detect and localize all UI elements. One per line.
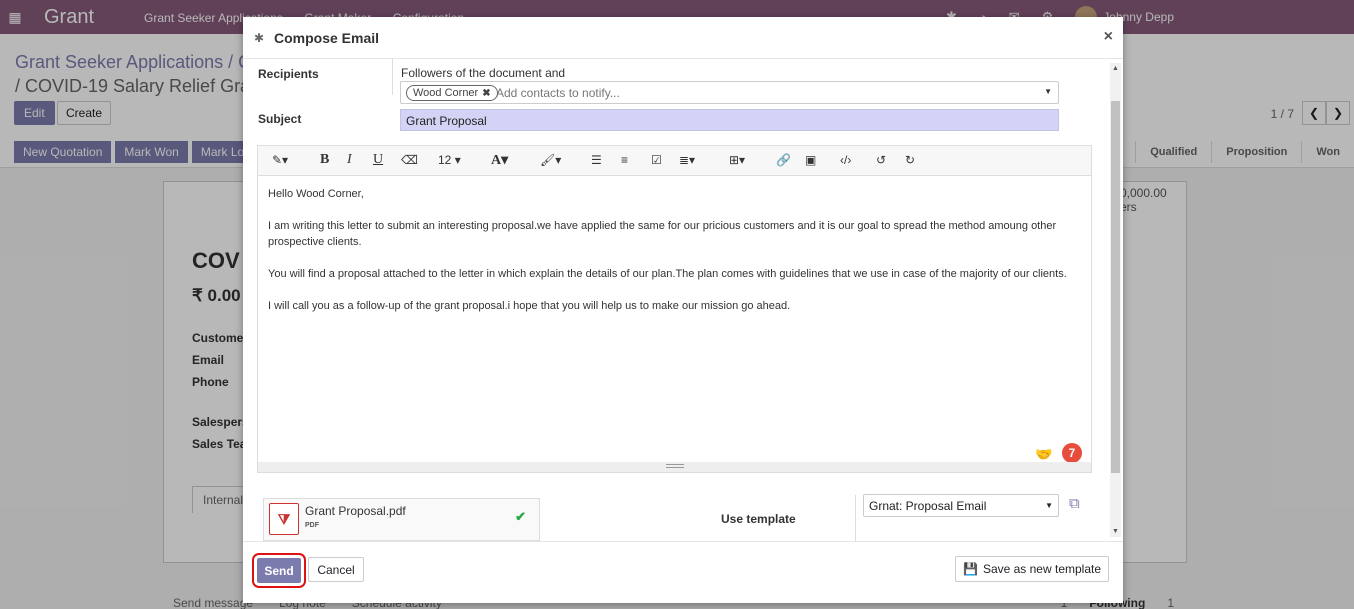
recipient-tag-label: Wood Corner [413,87,479,99]
recipients-label: Recipients [258,67,319,81]
floppy-disk-icon: 💾 [962,562,978,576]
recipient-tag[interactable]: Wood Corner ✖ [406,85,498,101]
body-paragraph: Hello Wood Corner, [268,188,364,200]
remove-tag-icon[interactable]: ✖ [482,88,490,99]
align-icon[interactable]: ≣▾ [679,153,695,167]
close-button[interactable]: × [1104,28,1113,46]
recipients-input[interactable]: Wood Corner ✖ Add contacts to notify... … [400,81,1059,104]
modal-scrollbar[interactable]: ▲ ▼ [1110,63,1121,537]
body-paragraph: You will find a proposal attached to the… [268,268,1067,280]
modal-header: ✱ Compose Email × [243,17,1123,59]
modal-body: ▲ ▼ Recipients Followers of the document… [243,59,1123,541]
link-icon[interactable]: 🔗 [776,153,791,167]
ordered-list-icon[interactable]: ≡ [621,153,628,167]
attachment-name[interactable]: Grant Proposal.pdf [305,504,406,518]
italic-icon[interactable]: I [347,152,352,168]
use-template-label: Use template [721,512,796,526]
handshake-icon[interactable]: 🤝 [1035,446,1052,463]
style-dropdown-icon[interactable]: ✎▾ [272,153,288,167]
attachment-type: PDF [305,522,319,529]
followers-text: Followers of the document and [401,66,566,80]
editor-toolbar: ✎▾ B I U ⌫ 12 ▾ A▾ 🖌▾ ☰ ≡ ☑ ≣▾ ⊞▾ 🔗 ▣ ‹/… [258,146,1091,176]
recipients-placeholder: Add contacts to notify... [496,86,620,100]
body-paragraph: I will call you as a follow-up of the gr… [268,300,791,312]
email-body[interactable]: Hello Wood Corner, I am writing this let… [268,186,1078,330]
compose-email-dialog: ✱ Compose Email × ▲ ▼ Recipients Followe… [243,17,1123,603]
attachment-card[interactable]: ⧩ Grant Proposal.pdf PDF ✔ [263,498,540,541]
table-icon[interactable]: ⊞▾ [729,153,745,167]
checklist-icon[interactable]: ☑ [651,153,662,167]
scroll-down-icon[interactable]: ▼ [1112,528,1119,535]
modal-title: Compose Email [274,30,380,46]
unordered-list-icon[interactable]: ☰ [591,153,602,167]
notification-badge[interactable]: 7 [1062,443,1082,463]
scroll-up-icon[interactable]: ▲ [1112,65,1119,72]
template-caret-icon[interactable]: ▼ [1045,501,1053,510]
resize-grip-icon[interactable] [666,464,684,468]
paint-brush-icon[interactable]: 🖌▾ [540,153,561,167]
template-divider [855,495,856,541]
body-paragraph: I am writing this letter to submit an in… [268,220,1057,248]
font-size-dropdown[interactable]: 12 ▾ [438,153,461,167]
subject-label: Subject [258,112,302,126]
external-link-icon[interactable]: ⧉ [1069,495,1080,512]
code-view-icon[interactable]: ‹/› [840,153,851,167]
eraser-icon[interactable]: ⌫ [401,153,418,167]
font-color-icon[interactable]: A▾ [491,152,508,169]
send-button[interactable]: Send [257,558,301,583]
bold-icon[interactable]: B [320,152,329,168]
modal-footer: Send Cancel 💾 Save as new template [243,541,1123,603]
scrollbar-thumb[interactable] [1111,101,1120,473]
send-button-highlight: Send [252,553,306,588]
dropdown-caret-icon[interactable]: ▼ [1044,87,1052,96]
font-size-value: 12 [438,153,452,167]
template-select[interactable]: Grnat: Proposal Email ▼ [863,494,1059,517]
html-editor: ✎▾ B I U ⌫ 12 ▾ A▾ 🖌▾ ☰ ≡ ☑ ≣▾ ⊞▾ 🔗 ▣ ‹/… [257,145,1092,473]
save-as-template-button[interactable]: 💾 Save as new template [955,556,1109,582]
editor-resize-bar[interactable] [258,462,1091,472]
debug-icon[interactable]: ✱ [254,31,264,45]
redo-icon[interactable]: ↻ [905,153,915,167]
underline-icon[interactable]: U [373,152,383,168]
save-template-label: Save as new template [982,562,1102,576]
pdf-file-icon: ⧩ [269,503,299,535]
subject-input[interactable]: Grant Proposal [400,109,1059,131]
check-icon: ✔ [515,509,526,524]
cancel-button[interactable]: Cancel [308,557,364,582]
undo-icon[interactable]: ↺ [876,153,886,167]
template-value: Grnat: Proposal Email [869,499,987,513]
field-divider [392,59,393,95]
image-icon[interactable]: ▣ [805,153,816,167]
